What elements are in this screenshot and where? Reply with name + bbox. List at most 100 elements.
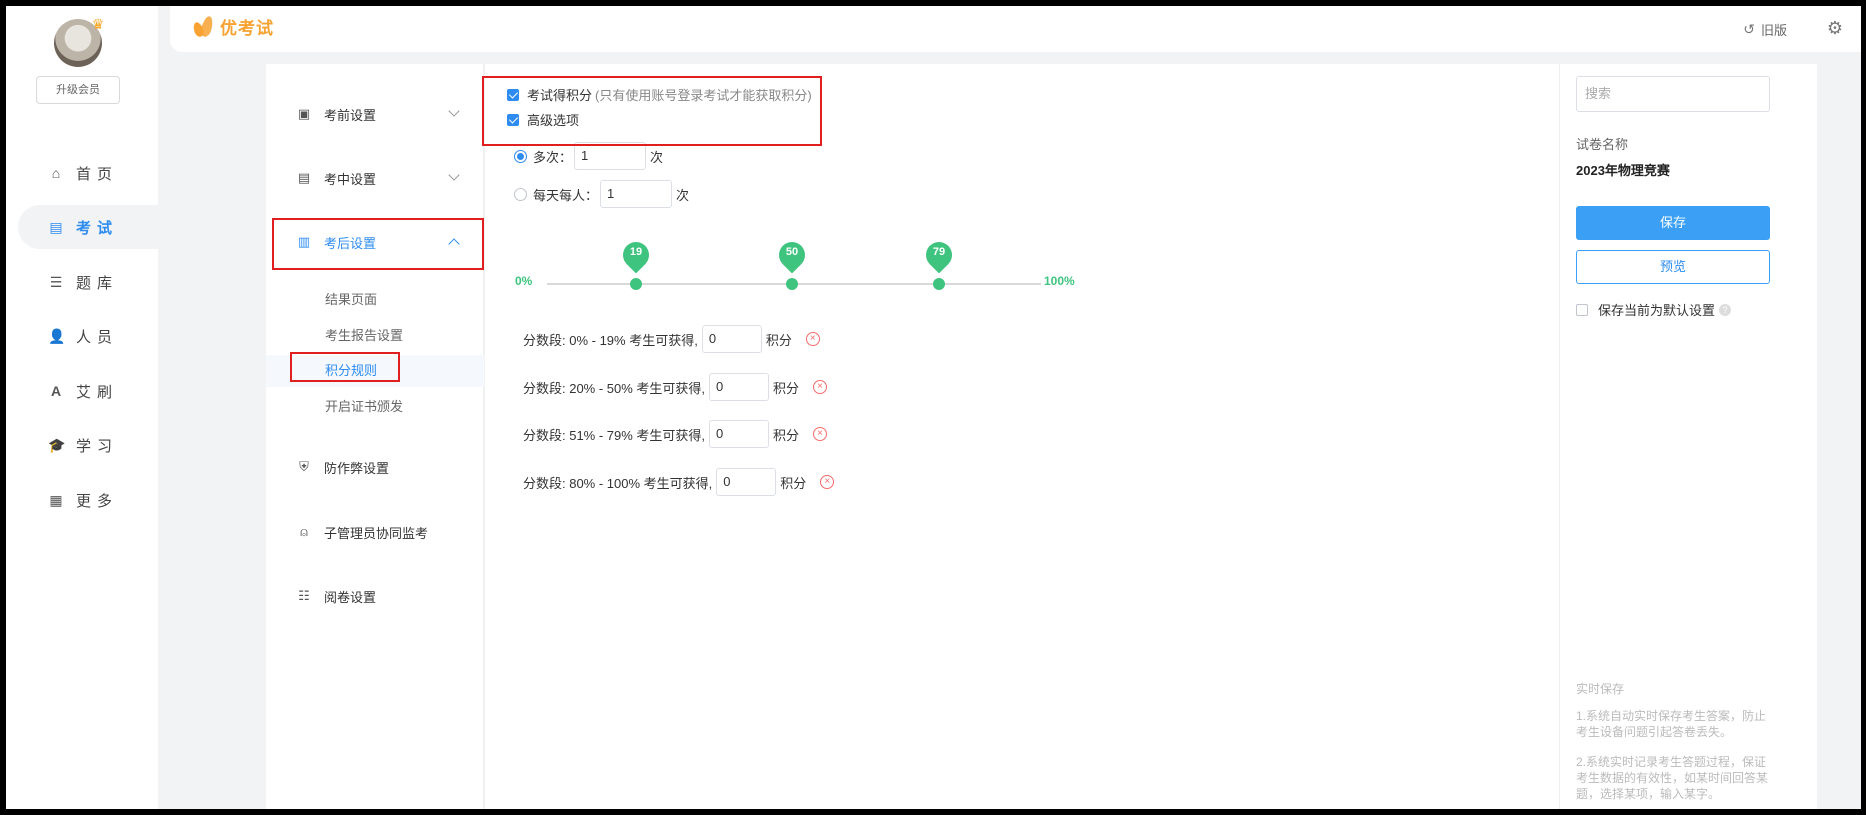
daily-times-unit: 次 [676,187,690,203]
edit-document-icon: ▤ [297,170,311,185]
help-icon[interactable]: ? [1719,303,1732,316]
highlight-box-checkboxes [482,76,822,146]
multi-times-input[interactable]: 1 [574,142,647,170]
score-segment-row: 分数段: 80% - 100% 考生可获得, 0 积分 × [523,468,835,496]
menu-item-label: 考中设置 [324,171,377,187]
nav-item-label: 学习 [76,437,119,455]
upgrade-member-button[interactable]: 升级会员 [36,76,120,104]
shield-icon: ⛨ [299,459,309,474]
nav-item-label: 考试 [76,219,119,237]
score-segment-row: 分数段: 51% - 79% 考生可获得, 0 积分 × [523,420,828,448]
menu-grading-settings[interactable]: ☷ 阅卷设置 [266,576,484,616]
paper-name-label: 试卷名称 [1576,137,1629,152]
score-segment-row: 分数段: 0% - 19% 考生可获得, 0 积分 × [523,325,820,353]
highlight-box-post-exam [272,218,484,270]
nav-item-home[interactable]: ⌂ 首页 [18,151,158,195]
top-bar: 优考试 ↺ 旧版 ⚙ [170,6,1861,52]
tip-text: 2.系统实时记录考生答题过程，保证考生数据的有效性，如某时间回答某题，选择某项，… [1576,755,1769,801]
nav-item-people[interactable]: 👤 人员 [18,314,158,358]
daily-times-label: 每天每人： [533,187,599,203]
segment-text: 分数段: 51% - 79% 考生可获得, [523,427,706,443]
undo-icon: ↺ [1743,21,1755,37]
slider-tooltip-value: 50 [785,246,799,258]
logo[interactable]: 优考试 [191,14,274,39]
delete-segment-icon[interactable]: × [820,475,835,489]
right-panel: 搜索 试卷名称 2023年物理竞赛 保存 预览 保存当前为默认设置 ? 实时保存… [1559,64,1817,809]
slider-tooltip-value: 79 [932,246,946,258]
menu-sub-admin-proctoring[interactable]: ⍝ 子管理员协同监考 [266,512,484,552]
question-bank-icon: ☰ [49,274,63,290]
segment-unit: 积分 [765,332,792,348]
graduation-cap-icon: 🎓 [48,437,66,453]
nav-item-label: 更多 [76,492,119,510]
highlight-box-points-rules [290,352,400,382]
multi-times-unit: 次 [650,149,664,165]
slider-thumb[interactable] [630,278,642,290]
menu-item-label: 子管理员协同监考 [324,525,429,541]
menu-anti-cheat-settings[interactable]: ⛨ 防作弊设置 [266,447,484,487]
submenu-certificate[interactable]: 开启证书颁发 [266,391,484,423]
submenu-report-settings[interactable]: 考生报告设置 [266,320,484,352]
left-nav: ♛ 升级会员 ⌂ 首页 ▤ 考试 ☰ 题库 👤 人员 A 艾刷 🎓 学习 ▦ 更… [6,6,158,809]
nav-item-aishua[interactable]: A 艾刷 [18,369,158,413]
old-version-label: 旧版 [1760,23,1787,38]
crown-icon: ♛ [91,16,105,32]
nav-item-question-bank[interactable]: ☰ 题库 [18,260,158,304]
score-segment-row: 分数段: 20% - 50% 考生可获得, 0 积分 × [523,373,828,401]
slider-tooltip-value: 19 [629,246,643,258]
chevron-down-icon [448,169,460,181]
home-icon: ⌂ [51,165,61,181]
segment-points-input[interactable]: 0 [709,420,770,448]
settings-menu: ▣ 考前设置 ▤ 考中设置 ▥ 考后设置 结果页面 考生报告设置 积分规则 开启… [266,64,484,809]
slider-max-label: 100% [1044,274,1075,288]
person-outline-icon: ⍝ [300,524,308,539]
preview-button[interactable]: 预览 [1576,250,1770,284]
segment-unit: 积分 [780,475,807,491]
multi-times-label: 多次： [533,149,573,165]
segment-points-input[interactable]: 0 [709,373,770,401]
menu-pre-exam-settings[interactable]: ▣ 考前设置 [266,94,484,134]
search-input[interactable]: 搜索 [1576,76,1770,112]
segment-text: 分数段: 20% - 50% 考生可获得, [523,380,706,396]
delete-segment-icon[interactable]: × [805,332,820,346]
menu-item-label: 考前设置 [324,107,377,123]
nav-item-label: 艾刷 [76,383,119,401]
slider-thumb[interactable] [933,278,945,290]
save-button[interactable]: 保存 [1576,206,1770,240]
grid-icon: ▦ [49,492,63,508]
segment-text: 分数段: 80% - 100% 考生可获得, [523,475,713,491]
daily-times-input[interactable]: 1 [600,180,673,208]
tips-title: 实时保存 [1576,682,1625,696]
paper-name: 2023年物理竞赛 [1576,163,1670,178]
menu-in-exam-settings[interactable]: ▤ 考中设置 [266,158,484,198]
slider-thumb[interactable] [786,278,798,290]
save-default-row[interactable]: 保存当前为默认设置 ? [1576,300,1732,319]
daily-times-radio[interactable] [514,187,527,201]
font-a-icon: A [50,383,62,399]
save-default-checkbox[interactable] [1576,303,1588,316]
segment-unit: 积分 [773,380,800,396]
nav-item-study[interactable]: 🎓 学习 [18,423,158,467]
nav-item-exam[interactable]: ▤ 考试 [18,205,158,249]
nav-item-more[interactable]: ▦ 更多 [18,478,158,522]
nav-item-label: 题库 [76,274,119,292]
segment-text: 分数段: 0% - 19% 考生可获得, [523,332,698,348]
gear-icon[interactable]: ⚙ [1827,18,1843,39]
segment-unit: 积分 [773,427,800,443]
delete-segment-icon[interactable]: × [813,427,828,441]
multi-times-radio[interactable] [514,149,527,163]
segment-points-input[interactable]: 0 [701,325,762,353]
old-version-link[interactable]: ↺ 旧版 [1743,20,1787,39]
chevron-down-icon [448,105,460,117]
daily-times-row: 每天每人： 1 次 [514,180,689,208]
slider-min-label: 0% [515,274,533,288]
checklist-icon: ☷ [298,588,310,603]
tip-text: 1.系统自动实时保存考生答案，防止考生设备问题引起答卷丢失。 [1576,709,1767,739]
logo-mark-icon [191,14,215,38]
delete-segment-icon[interactable]: × [813,380,828,394]
menu-item-label: 防作弊设置 [324,460,390,476]
submenu-result-page[interactable]: 结果页面 [266,284,484,316]
points-rules-panel: 考试得积分 (只有使用账号登录考试才能获取积分) 高级选项 多次： 1 次 每天… [485,64,1564,809]
segment-points-input[interactable]: 0 [716,468,777,496]
nav-item-label: 人员 [76,328,119,346]
